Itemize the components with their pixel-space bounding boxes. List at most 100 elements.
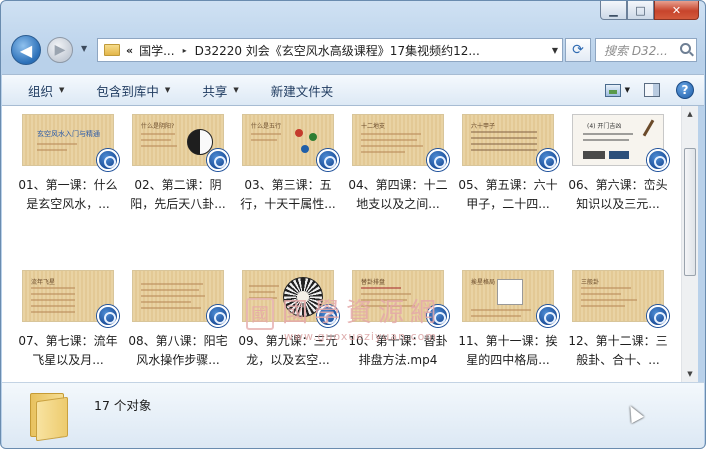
video-thumbnail: 什么是阴阳? [132, 114, 229, 171]
breadcrumb-segment-guoxue[interactable]: 国学... [139, 42, 174, 59]
file-item[interactable]: 六十甲子 05、第五课：六十甲子，二十四... [458, 114, 559, 214]
file-name: 04、第四课：十二地支以及之间... [348, 178, 448, 211]
video-thumbnail: 十二地支 [352, 114, 449, 171]
preview-pane-icon[interactable] [644, 83, 660, 97]
file-name: 03、第三课：五行，十天干属性... [240, 178, 336, 211]
search-placeholder: 搜索 D32... [604, 43, 668, 58]
media-player-icon [427, 305, 449, 327]
video-thumbnail [132, 270, 229, 327]
file-name: 11、第十一课：挨星的四中格局... [458, 334, 558, 367]
media-player-icon [537, 149, 559, 171]
share-button[interactable]: 共享 ▼ [202, 81, 238, 100]
change-view-icon[interactable] [604, 83, 621, 97]
thumbnail-caption: 玄空风水入门与精通 [37, 130, 100, 138]
file-item[interactable]: 挨星格局 11、第十一课：挨星的四中格局... [458, 270, 559, 370]
item-count: 17 个对象 [94, 398, 152, 413]
address-overflow-chevron[interactable]: « [126, 44, 133, 57]
thumbnail-caption: 十二地支 [361, 123, 386, 130]
explorer-window: ▁ □ ✕ ◀ ▶ ▼ « 国学... ▸ D32220 刘会《玄空风水高级课程… [0, 0, 706, 449]
address-dropdown-icon[interactable]: ▼ [552, 46, 558, 55]
file-item[interactable]: 什么是阴阳? 02、第二课：阴阳，先后天八卦... [128, 114, 229, 214]
media-player-icon [97, 149, 119, 171]
scroll-down-arrow-icon[interactable]: ▼ [682, 366, 698, 382]
help-icon[interactable]: ? [676, 81, 694, 99]
thumbnail-caption: 挨星格局 [471, 279, 496, 286]
include-in-library-label: 包含到库中 [96, 83, 159, 99]
thumbnail-caption: 替卦排盘 [361, 279, 386, 286]
video-thumbnail: 三般卦 [572, 270, 669, 327]
media-player-icon [427, 149, 449, 171]
file-item[interactable]: 玄空风水入门与精通 01、第一课：什么是玄空风水，... [18, 114, 119, 214]
details-pane: 17 个对象 [2, 382, 704, 448]
media-player-icon [647, 305, 669, 327]
organize-menu-button[interactable]: 组织 ▼ [28, 81, 64, 100]
folder-icon [104, 44, 120, 56]
search-input[interactable]: 搜索 D32... [595, 38, 697, 62]
file-item[interactable]: 09、第九课：三元龙，以及玄空... [238, 270, 339, 370]
file-name: 06、第六课：峦头知识以及三元... [568, 178, 668, 211]
refresh-button[interactable]: ⟳ [565, 38, 591, 62]
maximize-button[interactable]: □ [627, 1, 654, 20]
video-thumbnail: 替卦排盘 [352, 270, 449, 327]
include-in-library-button[interactable]: 包含到库中 ▼ [96, 81, 170, 100]
breadcrumb-segment-current-folder[interactable]: D32220 刘会《玄空风水高级课程》17集视频约12... [195, 42, 480, 59]
file-name: 12、第十二课：三般卦、合十、... [568, 334, 668, 367]
video-thumbnail: 玄空风水入门与精通 [22, 114, 119, 171]
share-label: 共享 [202, 83, 228, 99]
chevron-down-icon: ▼ [59, 86, 65, 94]
media-player-icon [97, 305, 119, 327]
command-bar: 组织 ▼ 包含到库中 ▼ 共享 ▼ 新建文件夹 ▼ ? [2, 74, 704, 106]
media-player-icon [317, 305, 339, 327]
file-item[interactable]: 流年飞星 07、第七课：流年飞星以及月... [18, 270, 119, 370]
file-name: 10、第十课：替卦排盘方法.mp4 [348, 334, 448, 367]
file-item[interactable]: (4) 开门吉凶 06、第六课：峦头知识以及三元... [568, 114, 669, 214]
new-folder-label: 新建文件夹 [270, 83, 334, 99]
recent-pages-dropdown[interactable]: ▼ [81, 44, 87, 53]
minimize-button[interactable]: ▁ [600, 1, 627, 20]
thumbnail-caption: 什么是五行 [251, 123, 282, 130]
vertical-scrollbar[interactable]: ▲ ▼ [681, 106, 698, 382]
thumbnail-caption: 六十甲子 [471, 123, 496, 130]
organize-label: 组织 [28, 83, 54, 99]
view-options-dropdown[interactable]: ▼ [625, 86, 630, 94]
video-thumbnail [242, 270, 339, 327]
thumbnail-caption: 三般卦 [581, 279, 600, 286]
file-name: 02、第二课：阴阳，先后天八卦... [130, 178, 226, 211]
back-button[interactable]: ◀ [11, 35, 41, 65]
thumbnail-caption: 流年飞星 [31, 279, 56, 286]
file-name: 09、第九课：三元龙，以及玄空... [238, 334, 338, 367]
media-player-icon [207, 149, 229, 171]
close-button[interactable]: ✕ [654, 1, 699, 20]
forward-button[interactable]: ▶ [47, 37, 73, 63]
media-player-icon [647, 149, 669, 171]
video-thumbnail: (4) 开门吉凶 [572, 114, 669, 171]
file-list-view[interactable]: 玄空风水入门与精通 01、第一课：什么是玄空风水，... 什么是阴阳? 02、第… [2, 106, 681, 382]
file-item[interactable]: 08、第八课：阳宅风水操作步骤... [128, 270, 229, 370]
video-thumbnail: 挨星格局 [462, 270, 559, 327]
video-thumbnail: 什么是五行 [242, 114, 339, 171]
toolbar-right: ▼ ? [604, 81, 694, 99]
chevron-down-icon: ▼ [233, 86, 239, 94]
search-icon [680, 43, 691, 54]
scrollbar-thumb[interactable] [684, 148, 696, 276]
file-item[interactable]: 替卦排盘 10、第十课：替卦排盘方法.mp4 [348, 270, 449, 370]
file-item[interactable]: 三般卦 12、第十二课：三般卦、合十、... [568, 270, 669, 370]
media-player-icon [207, 305, 229, 327]
breadcrumb-separator-icon[interactable]: ▸ [183, 46, 187, 55]
video-thumbnail: 流年飞星 [22, 270, 119, 327]
file-item[interactable]: 什么是五行 03、第三课：五行，十天干属性... [238, 114, 339, 214]
scroll-up-arrow-icon[interactable]: ▲ [682, 106, 698, 122]
file-name: 07、第七课：流年飞星以及月... [18, 334, 118, 367]
chevron-down-icon: ▼ [164, 86, 171, 94]
file-item[interactable]: 十二地支 04、第四课：十二地支以及之间... [348, 114, 449, 214]
file-name: 05、第五课：六十甲子，二十四... [458, 178, 558, 211]
media-player-icon [317, 149, 339, 171]
thumbnail-caption: (4) 开门吉凶 [587, 123, 622, 130]
address-bar[interactable]: « 国学... ▸ D32220 刘会《玄空风水高级课程》17集视频约12...… [97, 38, 563, 62]
video-thumbnail: 六十甲子 [462, 114, 559, 171]
new-folder-button[interactable]: 新建文件夹 [271, 81, 334, 100]
folder-icon [30, 393, 70, 442]
file-name: 08、第八课：阳宅风水操作步骤... [128, 334, 228, 367]
media-player-icon [537, 305, 559, 327]
file-name: 01、第一课：什么是玄空风水，... [18, 178, 118, 211]
